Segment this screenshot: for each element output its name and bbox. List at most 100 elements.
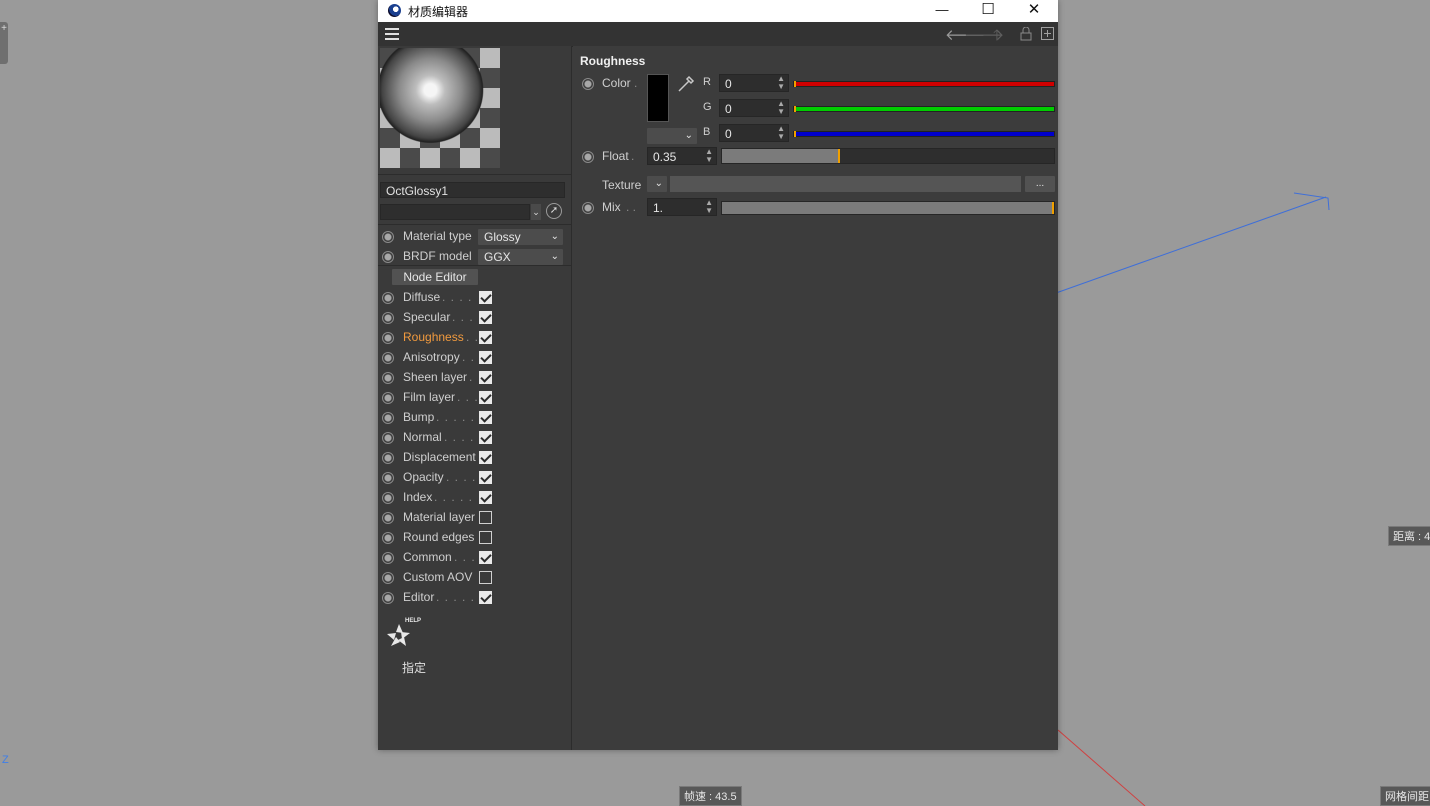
pick-cursor-icon[interactable]: ➚ <box>546 203 562 219</box>
channel-label[interactable]: Specular <box>403 310 450 324</box>
channel-row[interactable]: Common. . . <box>378 548 571 568</box>
channel-row[interactable]: Material layer <box>378 508 571 528</box>
channel-row[interactable]: Bump. . . . . <box>378 408 571 428</box>
new-window-icon[interactable] <box>1041 27 1054 40</box>
slider-knob[interactable] <box>794 131 796 137</box>
float-slider[interactable] <box>721 148 1055 164</box>
channel-row[interactable]: Index. . . . . . <box>378 488 571 508</box>
assign-label[interactable]: 指定 <box>402 659 426 676</box>
mix-slider[interactable] <box>721 201 1055 215</box>
float-value-field[interactable]: 0.35 ▲ ▼ <box>647 147 717 165</box>
channel-checkbox[interactable] <box>479 551 492 564</box>
channel-checkbox[interactable] <box>479 371 492 384</box>
channel-radio[interactable] <box>382 432 394 444</box>
material-name-field[interactable]: OctGlossy1 <box>380 182 565 198</box>
channel-checkbox[interactable] <box>479 471 492 484</box>
channel-row[interactable]: Diffuse. . . . <box>378 288 571 308</box>
channel-row[interactable]: Editor. . . . . <box>378 588 571 608</box>
channel-radio[interactable] <box>382 452 394 464</box>
channel-label[interactable]: Diffuse <box>403 290 440 304</box>
spinner-icon[interactable]: ▲ ▼ <box>777 125 785 141</box>
attr-radio[interactable] <box>382 231 394 243</box>
channel-radio[interactable] <box>382 392 394 404</box>
channel-radio[interactable] <box>382 352 394 364</box>
channel-label[interactable]: Material layer <box>403 510 475 524</box>
channel-label[interactable]: Bump <box>403 410 434 424</box>
channel-row[interactable]: Round edges <box>378 528 571 548</box>
channel-radio[interactable] <box>382 552 394 564</box>
maximize-button[interactable]: ☐ <box>965 0 1011 22</box>
lock-icon[interactable] <box>1020 27 1032 41</box>
texture-mode-dropdown[interactable]: ⌄ <box>647 176 667 192</box>
attr-radio[interactable] <box>382 251 394 263</box>
layer-field[interactable] <box>380 204 530 220</box>
channel-checkbox[interactable] <box>479 351 492 364</box>
color-mode-dropdown[interactable]: ⌄ <box>647 128 697 144</box>
channel-checkbox[interactable] <box>479 591 492 604</box>
channel-radio[interactable] <box>382 412 394 424</box>
channel-checkbox[interactable] <box>479 411 492 424</box>
channel-g-field[interactable]: 0 ▲ ▼ <box>719 99 789 117</box>
channel-g-slider[interactable] <box>793 106 1055 112</box>
octane-help-icon[interactable]: HELP <box>385 618 423 652</box>
channel-row[interactable]: Opacity. . . . <box>378 468 571 488</box>
channel-radio[interactable] <box>382 332 394 344</box>
texture-browse-button[interactable]: ... <box>1025 176 1055 192</box>
channel-row[interactable]: Anisotropy. . <box>378 348 571 368</box>
texture-slot[interactable] <box>670 176 1021 192</box>
channel-radio[interactable] <box>382 572 394 584</box>
channel-label[interactable]: Custom AOV <box>403 570 472 584</box>
channel-label[interactable]: Opacity <box>403 470 444 484</box>
mix-radio[interactable] <box>582 202 594 214</box>
channel-row[interactable]: Sheen layer. <box>378 368 571 388</box>
channel-label[interactable]: Roughness <box>403 330 464 344</box>
channel-radio[interactable] <box>382 372 394 384</box>
channel-radio[interactable] <box>382 492 394 504</box>
material-preview[interactable] <box>380 48 500 168</box>
spinner-icon[interactable]: ▲ ▼ <box>705 199 713 215</box>
channel-row[interactable]: Normal. . . . <box>378 428 571 448</box>
channel-checkbox[interactable] <box>479 331 492 344</box>
channel-label[interactable]: Editor <box>403 590 434 604</box>
spinner-icon[interactable]: ▲ ▼ <box>705 148 713 164</box>
channel-label[interactable]: Film layer <box>403 390 455 404</box>
channel-radio[interactable] <box>382 292 394 304</box>
menu-icon[interactable] <box>385 28 399 40</box>
channel-row[interactable]: Custom AOV <box>378 568 571 588</box>
channel-b-slider[interactable] <box>793 131 1055 137</box>
channel-row[interactable]: Displacement <box>378 448 571 468</box>
channel-checkbox[interactable] <box>479 291 492 304</box>
channel-checkbox[interactable] <box>479 391 492 404</box>
channel-radio[interactable] <box>382 512 394 524</box>
spinner-icon[interactable]: ▲ ▼ <box>777 100 785 116</box>
channel-label[interactable]: Displacement <box>403 450 476 464</box>
channel-radio[interactable] <box>382 592 394 604</box>
channel-radio[interactable] <box>382 312 394 324</box>
channel-checkbox[interactable] <box>479 431 492 444</box>
spinner-icon[interactable]: ▲ ▼ <box>777 75 785 91</box>
channel-radio[interactable] <box>382 472 394 484</box>
channel-row[interactable]: Roughness. . <box>378 328 571 348</box>
close-button[interactable]: ✕ <box>1011 0 1057 22</box>
chevron-down-icon[interactable]: ⌄ <box>531 204 541 220</box>
attr-dropdown[interactable]: GGX ⌄ <box>478 249 563 265</box>
channel-label[interactable]: Round edges <box>403 530 474 544</box>
float-radio[interactable] <box>582 151 594 163</box>
color-swatch[interactable] <box>647 74 669 122</box>
channel-checkbox[interactable] <box>479 451 492 464</box>
color-radio[interactable] <box>582 78 594 90</box>
attr-dropdown[interactable]: Glossy ⌄ <box>478 229 563 245</box>
eyedropper-icon[interactable] <box>676 74 696 94</box>
channel-label[interactable]: Common <box>403 550 452 564</box>
channel-checkbox[interactable] <box>479 311 492 324</box>
node-editor-button[interactable]: Node Editor <box>392 269 478 285</box>
slider-knob[interactable] <box>794 81 796 87</box>
channel-row[interactable]: Specular. . . <box>378 308 571 328</box>
minimize-button[interactable]: — <box>919 0 965 22</box>
channel-checkbox[interactable] <box>479 511 492 524</box>
channel-label[interactable]: Anisotropy <box>403 350 460 364</box>
channel-checkbox[interactable] <box>479 571 492 584</box>
float-slider-knob[interactable] <box>838 149 841 163</box>
channel-checkbox[interactable] <box>479 531 492 544</box>
channel-row[interactable]: Film layer. . . <box>378 388 571 408</box>
